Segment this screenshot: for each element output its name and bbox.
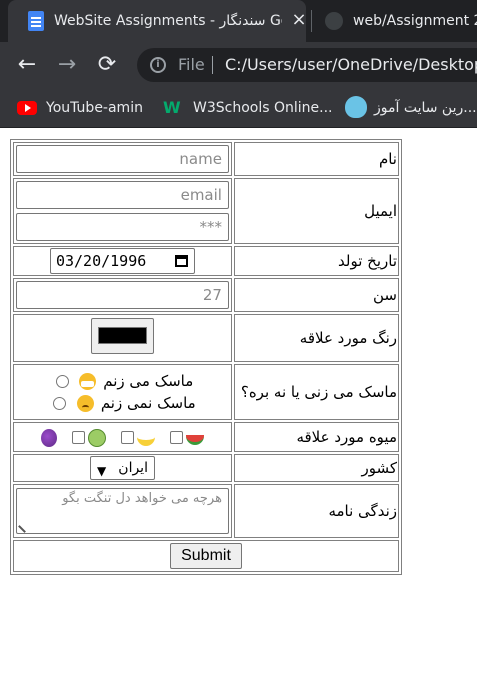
tab-title-2[interactable]: web/Assignment 2 [353,11,477,31]
label-country: کشور [233,454,399,482]
bookmark-youtube[interactable]: YouTube-amin [46,96,143,120]
w3schools-icon: W [163,98,181,117]
label-color: رنگ مورد علاقه [233,314,399,362]
row-bio: هرچه می خواهد دل تنگت بگو زندگی نامه [13,484,399,538]
bookmark-persian-site[interactable]: رین سایت آموز... [374,96,477,120]
mask-option-no: ماسک نمی زنم [15,392,230,414]
label-age: سن [233,278,399,312]
bird-icon [345,96,367,118]
face-with-mask-icon [79,373,97,390]
label-mask: ماسک می زنی یا نه بره؟ [233,364,399,420]
fruit-options [15,424,230,450]
tab-title: WebSite Assignments - سندنگار Google [54,13,282,29]
tab-close-icon[interactable]: × [289,10,309,30]
url-text[interactable]: C:/Users/user/OneDrive/Desktop [225,55,477,75]
back-arrow-icon[interactable]: ← [12,50,42,80]
row-color: رنگ مورد علاقه [13,314,399,362]
bio-placeholder: هرچه می خواهد دل تنگت بگو [62,491,222,506]
label-fruits: میوه مورد علاقه [233,422,399,452]
resize-handle-icon[interactable] [18,520,31,533]
row-email: email *** ایمیل [13,178,399,244]
melon-checkbox[interactable] [72,431,86,444]
url-scheme: File [178,55,205,74]
password-input[interactable]: *** [15,213,229,241]
github-icon [325,12,343,30]
omnibox-separator [212,56,213,74]
bookmark-w3schools[interactable]: W3Schools Online... [193,96,332,120]
row-birthdate: 03/20/1996 تاریخ تولد [13,246,399,276]
tab-active[interactable]: WebSite Assignments - سندنگار Google × [8,0,309,42]
birthdate-input[interactable]: 03/20/1996 [49,248,195,274]
watermelon-checkbox[interactable] [169,431,183,444]
mask-no-radio[interactable] [53,397,67,410]
mask-yes-radio[interactable] [55,375,69,388]
label-birthdate: تاریخ تولد [233,246,399,276]
country-selected: ایران [118,460,148,476]
row-country: ایران ▼ کشور [13,454,399,482]
birthdate-value: 03/20/1996 [55,252,147,270]
mask-option-yes: ماسک می زنم [15,370,230,392]
google-docs-icon [28,11,44,31]
banana-icon [136,430,155,446]
tab-strip: WebSite Assignments - سندنگار Google × w… [0,0,477,42]
label-name: نام [233,142,399,176]
reload-icon[interactable]: ⟳ [92,50,122,80]
youtube-icon [17,101,37,115]
country-select[interactable]: ایران ▼ [89,456,155,480]
label-email: ایمیل [233,178,399,244]
banana-checkbox[interactable] [120,431,134,444]
email-input[interactable]: email [15,181,229,209]
registration-form-table: name نام email *** ایمیل 03/20/1996 تاری… [10,139,402,575]
row-fruits: میوه مورد علاقه [13,422,399,452]
color-swatch [97,327,147,344]
calendar-icon[interactable] [174,255,188,267]
page-content: name نام email *** ایمیل 03/20/1996 تاری… [0,129,477,681]
row-submit: Submit [13,540,399,572]
color-picker[interactable] [90,318,154,354]
sad-face-icon [77,395,95,412]
browser-toolbar: ← → ⟳ i File C:/Users/user/OneDrive/Desk… [0,42,477,88]
row-age: 27 سن [13,278,399,312]
info-icon[interactable]: i [150,57,166,73]
submit-button[interactable]: Submit [170,543,242,569]
mask-yes-label: ماسک می زنم [103,372,194,390]
name-input[interactable]: name [15,145,229,173]
bookmarks-bar: YouTube-amin W W3Schools Online... رین س… [0,88,477,128]
tab-separator [311,10,312,32]
melon-icon [88,428,107,447]
bio-textarea[interactable]: هرچه می خواهد دل تنگت بگو [15,488,229,534]
watermelon-icon [185,434,204,445]
label-bio: زندگی نامه [233,484,399,538]
grapes-icon [41,428,58,447]
forward-arrow-icon[interactable]: → [52,50,82,80]
address-bar[interactable]: i File C:/Users/user/OneDrive/Desktop [137,48,477,82]
row-mask: ماسک می زنم ماسک نمی زنم ماسک می زنی یا … [13,364,399,420]
row-name: name نام [13,142,399,176]
age-input[interactable]: 27 [15,281,229,309]
chevron-down-icon: ▼ [96,464,107,478]
mask-no-label: ماسک نمی زنم [100,394,196,412]
